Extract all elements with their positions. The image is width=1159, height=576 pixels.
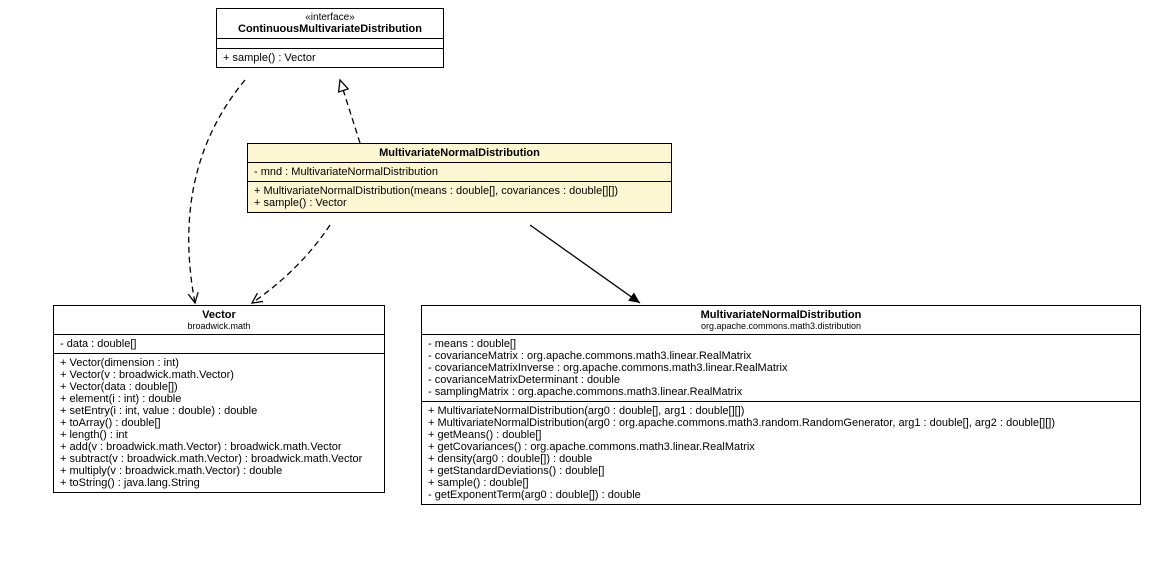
- class-continuous-multivariate-distribution: «interface» ContinuousMultivariateDistri…: [216, 8, 444, 68]
- vector-pkg: broadwick.math: [60, 321, 378, 331]
- conn-interface-uses-vector: [189, 80, 245, 303]
- interface-stereotype: «interface»: [223, 12, 437, 23]
- conn-mnd-realizes-interface: [340, 80, 360, 143]
- interface-attrs: [217, 39, 443, 49]
- mnd-name: MultivariateNormalDistribution: [254, 147, 665, 159]
- vector-attrs: - data : double[]: [54, 335, 384, 354]
- interface-name: ContinuousMultivariateDistribution: [223, 23, 437, 35]
- mnd-attrs: - mnd : MultivariateNormalDistribution: [248, 163, 671, 182]
- apache-pkg: org.apache.commons.math3.distribution: [428, 321, 1134, 331]
- class-multivariate-normal-distribution: MultivariateNormalDistribution - mnd : M…: [247, 143, 672, 213]
- apache-name: MultivariateNormalDistribution: [428, 309, 1134, 321]
- apache-attrs: - means : double[] - covarianceMatrix : …: [422, 335, 1140, 402]
- class-vector: Vector broadwick.math - data : double[] …: [53, 305, 385, 493]
- vector-name: Vector: [60, 309, 378, 321]
- conn-mnd-uses-vector: [252, 225, 330, 303]
- class-apache-multivariate-normal-distribution: MultivariateNormalDistribution org.apach…: [421, 305, 1141, 505]
- apache-methods: + MultivariateNormalDistribution(arg0 : …: [422, 402, 1140, 504]
- mnd-methods: + MultivariateNormalDistribution(means :…: [248, 182, 671, 212]
- conn-mnd-assoc-apache: [530, 225, 640, 303]
- vector-methods: + Vector(dimension : int) + Vector(v : b…: [54, 354, 384, 492]
- interface-methods: + sample() : Vector: [217, 49, 443, 67]
